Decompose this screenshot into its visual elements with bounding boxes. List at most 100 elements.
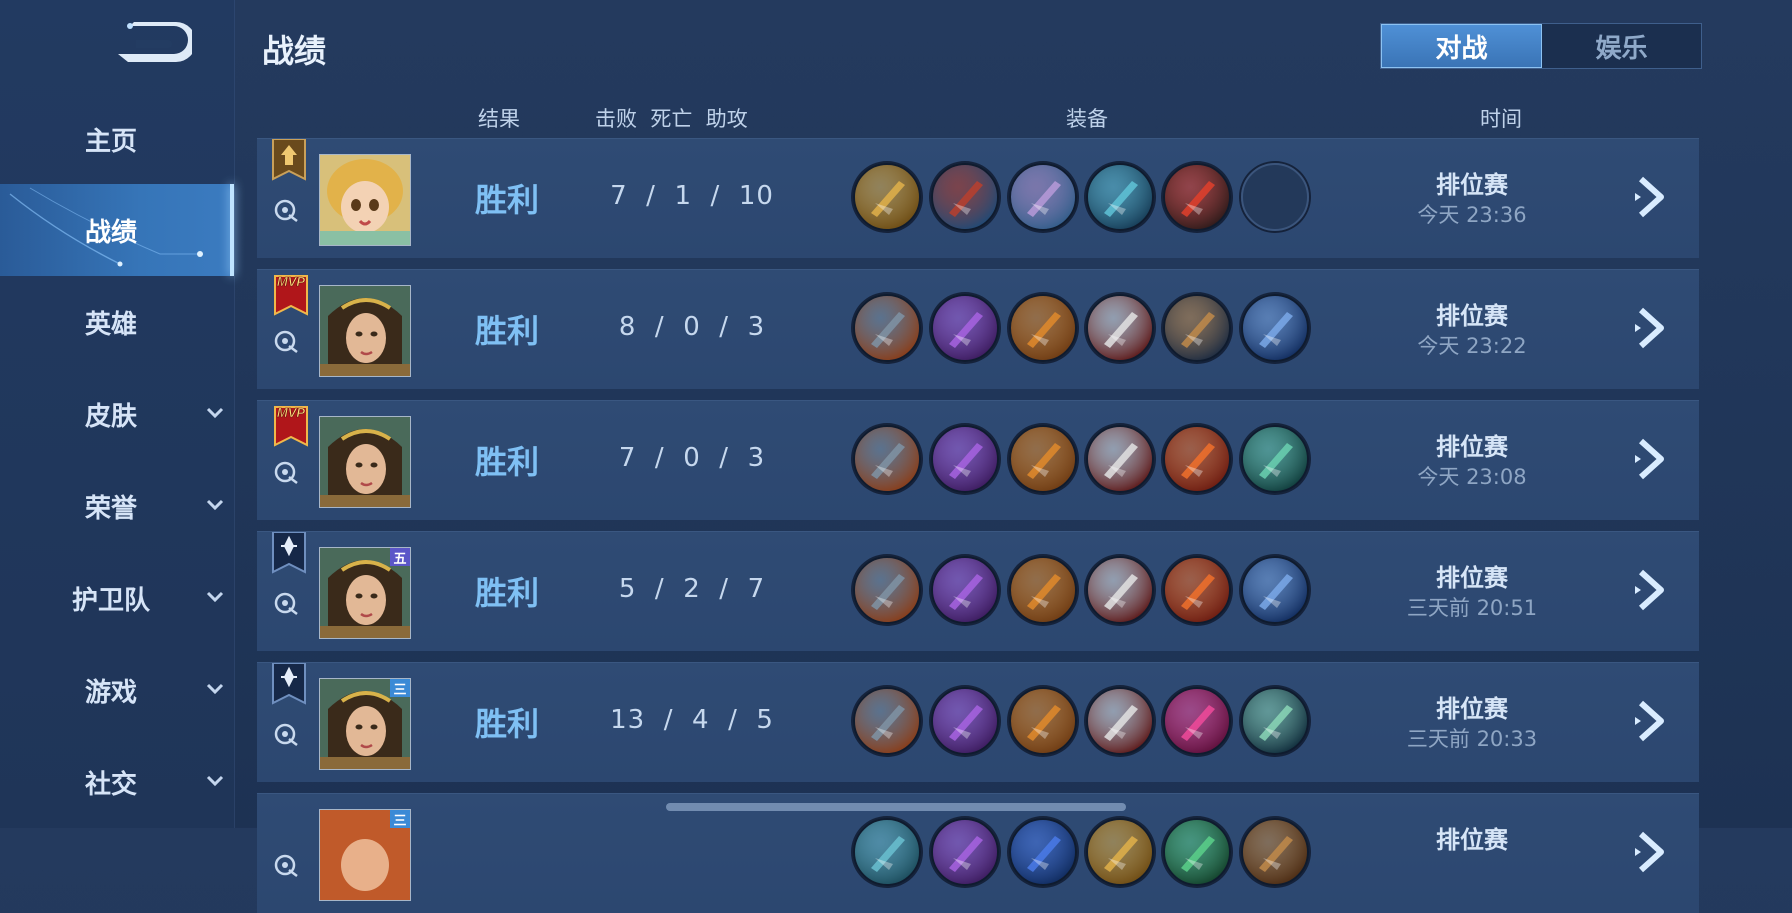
pink-spear-item-icon[interactable] — [1163, 687, 1231, 755]
gold-banner-icon — [271, 138, 307, 185]
gold-blade-item-icon[interactable] — [1009, 294, 1077, 362]
teal-axe-item-icon[interactable] — [1086, 163, 1154, 231]
sidebar-item-squad[interactable]: 护卫队 — [0, 552, 234, 644]
match-time: 今天 23:36 — [1417, 203, 1527, 227]
chevron-right-icon[interactable] — [1631, 175, 1671, 219]
match-mode: 排位赛 — [1436, 695, 1508, 723]
gold-blade-item-icon[interactable] — [1009, 687, 1077, 755]
sidebar: 主页 战绩 英雄 皮肤 荣誉 护卫队 游戏 社交 — [0, 0, 235, 828]
replay-icon[interactable] — [273, 459, 299, 485]
sidebar-item-skins[interactable]: 皮肤 — [0, 368, 234, 460]
match-kda: 8 / 0 / 3 — [618, 312, 766, 342]
match-result: 胜利 — [474, 181, 539, 219]
chevron-right-icon[interactable] — [1631, 699, 1671, 743]
match-mode: 排位赛 — [1436, 564, 1508, 592]
steel-boots-item-icon[interactable] — [853, 556, 921, 624]
gold-item-icon[interactable] — [1086, 818, 1154, 886]
purple-item-icon[interactable] — [931, 818, 999, 886]
chevron-right-icon[interactable] — [1631, 306, 1671, 350]
chevron-down-icon — [206, 591, 224, 603]
steel-boots-item-icon[interactable] — [853, 425, 921, 493]
mvp-badge-icon: MVP — [271, 401, 308, 447]
match-kda: 13 / 4 / 5 — [610, 705, 774, 735]
match-row[interactable]: 三胜利 13 / 4 / 5 排位赛 三天前 20:33 — [257, 662, 1699, 782]
purple-axe-item-icon[interactable] — [931, 294, 999, 362]
teal-item-icon[interactable] — [853, 818, 921, 886]
gauntlet-item-icon[interactable] — [1163, 294, 1231, 362]
red-sword-item-icon[interactable] — [1086, 294, 1154, 362]
match-kda: 5 / 2 / 7 — [618, 574, 766, 604]
replay-icon[interactable] — [273, 328, 299, 354]
sidebar-item-label: 皮肤 — [84, 401, 137, 432]
tier-tag: 五 — [390, 548, 410, 567]
blue-bow-item-icon[interactable] — [1241, 556, 1309, 624]
tab-battle[interactable]: 对战 — [1381, 24, 1542, 68]
chevron-right-icon[interactable] — [1631, 568, 1671, 612]
match-kda: 7 / 1 / 10 — [610, 181, 774, 211]
purple-mask-item-icon[interactable] — [1009, 163, 1077, 231]
gold-blade-item-icon[interactable] — [1009, 425, 1077, 493]
match-row[interactable]: 五胜利 5 / 2 / 7 排位赛 三天前 20:51 — [257, 531, 1699, 651]
blue-banner-icon — [271, 662, 307, 709]
gold-amulet-item-icon[interactable] — [853, 163, 921, 231]
sidebar-item-label: 英雄 — [84, 309, 137, 340]
tier-tag: 三 — [390, 810, 410, 829]
match-mode: 排位赛 — [1436, 171, 1508, 199]
green-greatsword-item-icon[interactable] — [1241, 687, 1309, 755]
hero-portrait: 三 — [319, 809, 411, 901]
chevron-right-icon[interactable] — [1631, 437, 1671, 481]
replay-icon[interactable] — [273, 197, 299, 223]
sidebar-item-game[interactable]: 游戏 — [0, 644, 234, 736]
purple-axe-item-icon[interactable] — [931, 687, 999, 755]
match-time: 今天 23:22 — [1417, 334, 1527, 358]
chevron-down-icon — [206, 683, 224, 695]
tab-entertainment[interactable]: 娱乐 — [1542, 24, 1701, 68]
sidebar-item-label: 游戏 — [84, 677, 137, 708]
column-header-kda: 击败 死亡 助攻 — [595, 107, 748, 131]
gold-blade-item-icon[interactable] — [1009, 556, 1077, 624]
hero-portrait: 三 — [319, 678, 411, 770]
empty-slot[interactable] — [1241, 163, 1309, 231]
red-sword-item-icon[interactable] — [1086, 425, 1154, 493]
tier-tag: 三 — [390, 679, 410, 698]
horizontal-scrollbar[interactable] — [666, 803, 1126, 811]
green-dagger-item-icon[interactable] — [1241, 425, 1309, 493]
chevron-right-icon[interactable] — [1631, 830, 1671, 874]
sidebar-item-label: 荣誉 — [84, 493, 137, 524]
column-header-result: 结果 — [478, 107, 520, 131]
replay-icon[interactable] — [273, 852, 299, 878]
red-sword-item-icon[interactable] — [1086, 556, 1154, 624]
brown-item-icon[interactable] — [1241, 818, 1309, 886]
green-item-icon[interactable] — [1163, 818, 1231, 886]
flame-spear-item-icon[interactable] — [1163, 425, 1231, 493]
sidebar-item-heroes[interactable]: 英雄 — [0, 276, 234, 368]
column-header-equipment: 装备 — [1066, 107, 1108, 131]
match-result: 胜利 — [474, 443, 539, 481]
match-result: 胜利 — [474, 705, 539, 743]
blue-bow-item-icon[interactable] — [1241, 294, 1309, 362]
match-row[interactable]: 胜利 7 / 1 / 10 排位赛 今天 23:36 — [257, 138, 1699, 258]
match-result: 胜利 — [474, 312, 539, 350]
mvp-badge-icon: MVP — [271, 270, 308, 316]
replay-icon[interactable] — [273, 590, 299, 616]
steel-boots-item-icon[interactable] — [853, 294, 921, 362]
purple-axe-item-icon[interactable] — [931, 556, 999, 624]
hero-portrait: 五 — [319, 547, 411, 639]
blue-item-icon[interactable] — [1009, 818, 1077, 886]
sidebar-item-home[interactable]: 主页 — [0, 93, 234, 185]
sidebar-item-social[interactable]: 社交 — [0, 736, 234, 828]
purple-axe-item-icon[interactable] — [931, 425, 999, 493]
match-row[interactable]: MVP 胜利 7 / 0 / 3 排位赛 今天 23:08 — [257, 400, 1699, 520]
steel-boots-item-icon[interactable] — [853, 687, 921, 755]
back-button[interactable] — [112, 20, 196, 64]
red-bracer-item-icon[interactable] — [931, 163, 999, 231]
match-row[interactable]: MVP 胜利 8 / 0 / 3 排位赛 今天 23:22 — [257, 269, 1699, 389]
match-row[interactable]: 三 排位赛 — [257, 793, 1699, 913]
red-sword-item-icon[interactable] — [1086, 687, 1154, 755]
flame-spear-item-icon[interactable] — [1163, 556, 1231, 624]
sidebar-item-honor[interactable]: 荣誉 — [0, 460, 234, 552]
red-gem-item-icon[interactable] — [1163, 163, 1231, 231]
chevron-down-icon — [206, 775, 224, 787]
sidebar-item-records[interactable]: 战绩 — [0, 184, 234, 276]
replay-icon[interactable] — [273, 721, 299, 747]
